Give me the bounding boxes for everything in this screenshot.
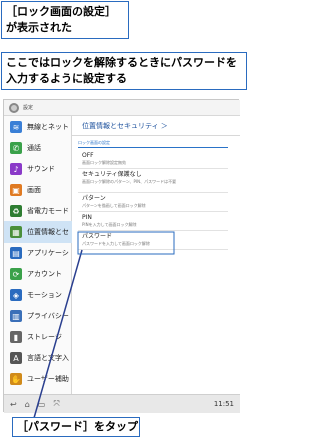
- sidebar-item-label: アカウント: [27, 270, 62, 278]
- sidebar-item-label: サウンド: [27, 165, 55, 173]
- clock: 11:51: [213, 400, 234, 408]
- location-grid-icon: ▦: [10, 226, 22, 238]
- sidebar-item-label: モーション: [27, 291, 62, 299]
- sidebar-item-storage[interactable]: ▮ ストレージ: [4, 326, 72, 348]
- sidebar-item-location-security[interactable]: ▦ 位置情報とセ: [4, 221, 72, 243]
- sidebar-item-wireless[interactable]: ≋ 無線とネット: [4, 116, 72, 138]
- lock-option-pattern[interactable]: パターン パターンを描画して画面ロック解除: [78, 195, 228, 212]
- sidebar-item-language[interactable]: A 言語と文字入: [4, 347, 72, 369]
- screenshot-icon[interactable]: ⤧: [53, 399, 59, 409]
- sidebar-item-label: 通話: [27, 144, 41, 152]
- phone-icon: ✆: [10, 142, 22, 154]
- sidebar-item-call[interactable]: ✆ 通話: [4, 137, 72, 159]
- sidebar-item-accounts[interactable]: ⟳ アカウント: [4, 263, 72, 285]
- sidebar-item-display[interactable]: ▣ 画面: [4, 179, 72, 201]
- option-title: パターン: [82, 195, 106, 202]
- instruction-callout-middle: ここではロックを解除するときにパスワードを入力するように設定する: [1, 52, 247, 90]
- sidebar-item-label: 画面: [27, 186, 41, 194]
- sidebar-item-label: 省電力モード: [27, 207, 69, 215]
- back-icon[interactable]: ↩: [10, 400, 17, 409]
- sidebar-item-label: 言語と文字入: [27, 354, 69, 362]
- home-icon[interactable]: ⌂: [25, 400, 30, 409]
- keyboard-icon: A: [10, 352, 22, 364]
- sidebar-item-label: プライバシー: [27, 312, 69, 320]
- settings-title-bar: 設定: [4, 100, 240, 116]
- nav-buttons: ↩ ⌂ ▭ ⤧: [10, 399, 60, 409]
- option-desc: パターンを描画して画面ロック解除: [82, 203, 146, 208]
- option-title: セキュリティ保護なし: [82, 171, 142, 178]
- sidebar-item-power-saving[interactable]: ♻ 省電力モード: [4, 200, 72, 222]
- wifi-icon: ≋: [10, 121, 22, 133]
- privacy-icon: ▥: [10, 310, 22, 322]
- settings-gear-icon: [9, 102, 19, 113]
- storage-icon: ▮: [10, 331, 22, 343]
- option-title: PIN: [82, 214, 92, 221]
- settings-sidebar: ≋ 無線とネット ✆ 通話 ♪ サウンド ▣ 画面 ♻ 省電力モード ▦ 位置情…: [4, 116, 72, 394]
- sidebar-item-label: ユーザー補助: [27, 375, 69, 383]
- content-header[interactable]: 位置情報とセキュリティ ＞: [72, 116, 240, 136]
- callout-top-line2: が表示された: [6, 21, 72, 34]
- recent-apps-icon[interactable]: ▭: [38, 400, 46, 409]
- sidebar-item-label: アプリケーシ: [27, 249, 69, 257]
- speaker-icon: ♪: [10, 163, 22, 175]
- device-screenshot: 設定 ≋ 無線とネット ✆ 通話 ♪ サウンド ▣ 画面 ♻ 省電力モード ▦ …: [3, 99, 240, 413]
- sync-icon: ⟳: [10, 268, 22, 280]
- apps-icon: ▤: [10, 247, 22, 259]
- lock-option-none[interactable]: セキュリティ保護なし 画面ロック解除のパターン、PIN、パスワードは不要: [78, 171, 228, 193]
- option-desc: PINを入力して画面ロック解除: [82, 222, 137, 227]
- battery-icon: ♻: [10, 205, 22, 217]
- lock-option-pin[interactable]: PIN PINを入力して画面ロック解除: [78, 214, 228, 231]
- lock-option-password[interactable]: パスワード パスワードを入力して画面ロック解除: [78, 233, 228, 250]
- option-desc: 画面ロック解除設定無効: [82, 160, 126, 165]
- option-title: パスワード: [82, 233, 113, 240]
- sidebar-item-sound[interactable]: ♪ サウンド: [4, 158, 72, 180]
- sidebar-item-applications[interactable]: ▤ アプリケーシ: [4, 242, 72, 264]
- sidebar-item-motion[interactable]: ◈ モーション: [4, 284, 72, 306]
- lock-option-off[interactable]: OFF 画面ロック解除設定無効: [78, 152, 228, 169]
- settings-content-pane: 位置情報とセキュリティ ＞ ロック画面の設定 OFF 画面ロック解除設定無効 セ…: [72, 116, 240, 394]
- settings-title: 設定: [23, 105, 34, 111]
- sidebar-item-label: 無線とネット: [27, 123, 69, 131]
- sidebar-item-label: 位置情報とセ: [27, 228, 69, 236]
- display-icon: ▣: [10, 184, 22, 196]
- motion-icon: ◈: [10, 289, 22, 301]
- sidebar-item-accessibility[interactable]: ✋ ユーザー補助: [4, 368, 72, 390]
- sidebar-item-privacy[interactable]: ▥ プライバシー: [4, 305, 72, 327]
- sidebar-item-label: ストレージ: [27, 333, 62, 341]
- accessibility-icon: ✋: [10, 373, 22, 385]
- option-desc: 画面ロック解除のパターン、PIN、パスワードは不要: [82, 179, 177, 184]
- instruction-callout-bottom: ［パスワード］をタップ: [12, 417, 140, 437]
- option-title: OFF: [82, 152, 94, 159]
- callout-top-line1: ［ロック画面の設定］: [6, 5, 116, 18]
- option-desc: パスワードを入力して画面ロック解除: [82, 241, 150, 246]
- section-heading: ロック画面の設定: [78, 140, 228, 148]
- instruction-callout-top: ［ロック画面の設定］ が表示された: [1, 1, 129, 39]
- system-bar: ↩ ⌂ ▭ ⤧ 11:51: [4, 394, 240, 413]
